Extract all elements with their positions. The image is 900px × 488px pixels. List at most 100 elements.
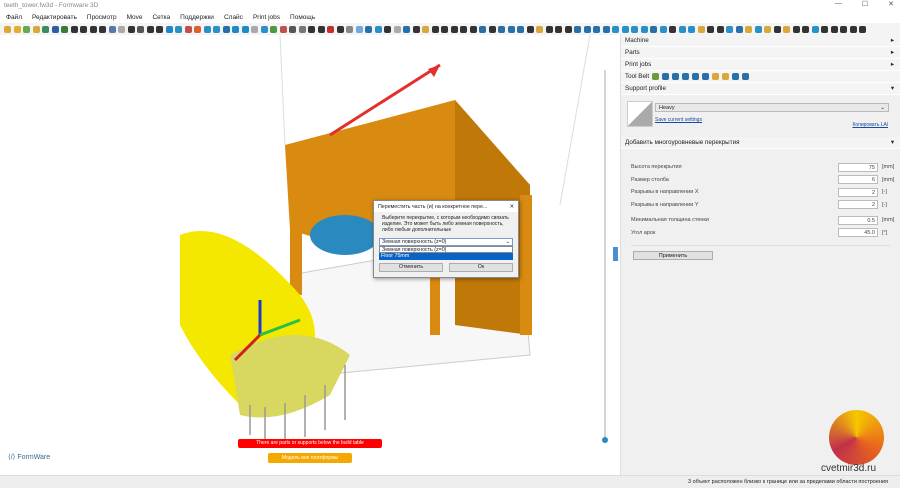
toolbar-tool-icon[interactable] bbox=[403, 25, 410, 33]
toolbar-tool-icon[interactable] bbox=[355, 25, 363, 33]
tool-belt-icon[interactable] bbox=[712, 73, 720, 80]
toolbar-tool-icon[interactable] bbox=[365, 25, 372, 33]
toolbar-tool-icon[interactable] bbox=[450, 25, 458, 33]
toolbar-tool-icon[interactable] bbox=[89, 25, 97, 33]
setting-input[interactable]: 0.5 bbox=[838, 215, 878, 225]
toolbar-tool-icon[interactable] bbox=[488, 25, 496, 33]
maximize-button[interactable]: ☐ bbox=[862, 0, 868, 8]
profile-select[interactable]: Heavy ⌄ bbox=[655, 103, 889, 112]
toolbar-tool-icon[interactable] bbox=[469, 25, 477, 33]
toolbar-tool-icon[interactable] bbox=[298, 25, 306, 33]
tool-belt-icon[interactable] bbox=[702, 73, 710, 80]
tool-belt-icon[interactable] bbox=[732, 73, 740, 80]
toolbar-tool-icon[interactable] bbox=[13, 25, 21, 33]
toolbar-tool-icon[interactable] bbox=[479, 25, 486, 33]
toolbar-tool-icon[interactable] bbox=[707, 25, 714, 33]
floor-option[interactable]: Земная поверхность (z=0) bbox=[379, 246, 513, 253]
toolbar-tool-icon[interactable] bbox=[251, 25, 258, 33]
toolbar-tool-icon[interactable] bbox=[640, 25, 648, 33]
menu-item[interactable]: Print jobs bbox=[253, 14, 280, 21]
apply-button[interactable]: Применить bbox=[633, 251, 713, 260]
toolbar-tool-icon[interactable] bbox=[51, 25, 59, 33]
menu-item[interactable]: Файл bbox=[6, 14, 22, 21]
toolbar-tool-icon[interactable] bbox=[42, 25, 49, 33]
toolbar-tool-icon[interactable] bbox=[80, 25, 87, 33]
toolbar-tool-icon[interactable] bbox=[526, 25, 534, 33]
toolbar-tool-icon[interactable] bbox=[32, 25, 40, 33]
close-button[interactable]: ✕ bbox=[888, 0, 894, 8]
menu-item[interactable]: Сетка bbox=[152, 14, 170, 21]
panel-toggle[interactable] bbox=[613, 247, 618, 261]
floor-select[interactable]: Земная поверхность (z=0) ⌄ bbox=[379, 238, 513, 246]
toolbar-tool-icon[interactable] bbox=[23, 25, 30, 33]
toolbar-tool-icon[interactable] bbox=[118, 25, 125, 33]
toolbar-tool-icon[interactable] bbox=[859, 25, 866, 33]
toolbar-tool-icon[interactable] bbox=[659, 25, 667, 33]
floor-option[interactable]: Floor 75mm bbox=[379, 253, 513, 260]
section-multilevel[interactable]: Добавить многоуровневые перекрытия ▾ bbox=[621, 137, 900, 149]
toolbar-tool-icon[interactable] bbox=[811, 25, 819, 33]
toolbar-tool-icon[interactable] bbox=[327, 25, 334, 33]
toolbar-tool-icon[interactable] bbox=[564, 25, 572, 33]
toolbar-tool-icon[interactable] bbox=[650, 25, 657, 33]
toolbar-tool-icon[interactable] bbox=[232, 25, 239, 33]
toolbar-tool-icon[interactable] bbox=[308, 25, 315, 33]
section-support-profile[interactable]: Support profile ▾ bbox=[621, 83, 900, 95]
toolbar-tool-icon[interactable] bbox=[317, 25, 325, 33]
toolbar-tool-icon[interactable] bbox=[498, 25, 505, 33]
setting-input[interactable]: 6 bbox=[838, 175, 878, 185]
toolbar-tool-icon[interactable] bbox=[621, 25, 629, 33]
tool-belt-icon[interactable] bbox=[682, 73, 690, 80]
toolbar-tool-icon[interactable] bbox=[393, 25, 401, 33]
toolbar-tool-icon[interactable] bbox=[165, 25, 173, 33]
toolbar-tool-icon[interactable] bbox=[745, 25, 752, 33]
menu-item[interactable]: Просмотр bbox=[87, 14, 117, 21]
tool-belt-icon[interactable] bbox=[742, 73, 750, 80]
toolbar-tool-icon[interactable] bbox=[127, 25, 135, 33]
menu-item[interactable]: Помощь bbox=[290, 14, 315, 21]
toolbar-tool-icon[interactable] bbox=[507, 25, 515, 33]
toolbar-tool-icon[interactable] bbox=[802, 25, 809, 33]
toolbar-tool-icon[interactable] bbox=[754, 25, 762, 33]
toolbar-tool-icon[interactable] bbox=[184, 25, 192, 33]
toolbar-tool-icon[interactable] bbox=[213, 25, 220, 33]
toolbar-tool-icon[interactable] bbox=[431, 25, 439, 33]
setting-input[interactable]: 2 bbox=[838, 187, 878, 197]
toolbar-tool-icon[interactable] bbox=[773, 25, 781, 33]
toolbar-tool-icon[interactable] bbox=[583, 25, 591, 33]
cancel-button[interactable]: Отменить bbox=[379, 263, 443, 272]
menu-item[interactable]: Поддержки bbox=[180, 14, 214, 21]
tool-belt-icon[interactable] bbox=[692, 73, 700, 80]
tool-belt-icon[interactable] bbox=[722, 73, 730, 80]
toolbar-tool-icon[interactable] bbox=[678, 25, 686, 33]
toolbar-tool-icon[interactable] bbox=[289, 25, 296, 33]
toolbar-tool-icon[interactable] bbox=[840, 25, 847, 33]
toolbar-tool-icon[interactable] bbox=[574, 25, 581, 33]
toolbar-tool-icon[interactable] bbox=[612, 25, 619, 33]
minimize-button[interactable]: — bbox=[835, 0, 842, 8]
toolbar-tool-icon[interactable] bbox=[270, 25, 277, 33]
toolbar-tool-icon[interactable] bbox=[194, 25, 201, 33]
toolbar-tool-icon[interactable] bbox=[460, 25, 467, 33]
toolbar-tool-icon[interactable] bbox=[536, 25, 543, 33]
toolbar-tool-icon[interactable] bbox=[669, 25, 676, 33]
menu-item[interactable]: Слайс bbox=[224, 14, 243, 21]
toolbar-tool-icon[interactable] bbox=[279, 25, 287, 33]
dialog-close-button[interactable]: ✕ bbox=[510, 204, 514, 210]
toolbar-tool-icon[interactable] bbox=[175, 25, 182, 33]
zoom-slider-handle[interactable] bbox=[602, 437, 608, 443]
toolbar-tool-icon[interactable] bbox=[716, 25, 724, 33]
save-settings-link[interactable]: Save current settings bbox=[655, 117, 702, 123]
tool-belt-icon[interactable] bbox=[662, 73, 670, 80]
toolbar-tool-icon[interactable] bbox=[346, 25, 353, 33]
toolbar-tool-icon[interactable] bbox=[593, 25, 600, 33]
section-parts[interactable]: Parts ▸ bbox=[621, 47, 900, 59]
toolbar-tool-icon[interactable] bbox=[422, 25, 429, 33]
tool-belt-icon[interactable] bbox=[652, 73, 660, 80]
toolbar-tool-icon[interactable] bbox=[260, 25, 268, 33]
section-print-jobs[interactable]: Print jobs ▸ bbox=[621, 59, 900, 71]
toolbar-tool-icon[interactable] bbox=[146, 25, 154, 33]
toolbar-tool-icon[interactable] bbox=[726, 25, 733, 33]
setting-input[interactable]: 75 bbox=[838, 162, 878, 172]
menu-item[interactable]: Move bbox=[127, 14, 143, 21]
